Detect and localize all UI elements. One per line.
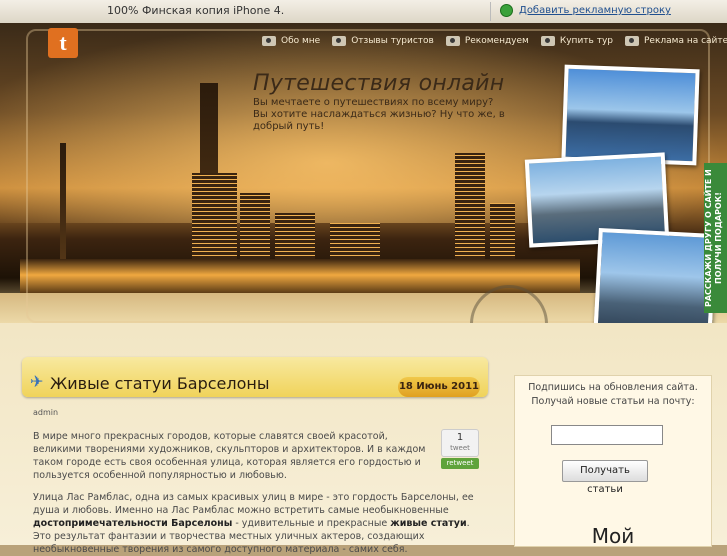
nav-label: Отзывы туристов	[351, 36, 434, 46]
post-author[interactable]: admin	[33, 408, 58, 417]
post-title[interactable]: Живые статуи Барселоны	[50, 374, 270, 393]
subscribe-widget: Подпишись на обновления сайта. Получай н…	[514, 375, 712, 548]
green-dot-icon	[500, 4, 513, 17]
p2-text-a: Улица Лас Рамблас, одна из самых красивы…	[33, 492, 474, 516]
post-paragraph-2: Улица Лас Рамблас, одна из самых красивы…	[33, 491, 479, 556]
nav-item-advertise[interactable]: Реклама на сайте	[624, 36, 727, 46]
subscribe-line-2: Получай новые статьи на почту:	[531, 396, 695, 407]
nav-label: Рекомендуем	[464, 36, 529, 46]
p2-text-c: - удивительные и прекрасные	[235, 518, 388, 529]
nav-label: Обо мне	[281, 36, 321, 46]
nav-label: Купить тур	[559, 36, 613, 46]
airplane-icon: ✈	[30, 372, 44, 391]
top-bar: 100% Финская копия iPhone 4. Добавить ре…	[0, 0, 727, 24]
camera-icon	[540, 36, 555, 46]
nav-item-about[interactable]: Обо мне	[262, 36, 320, 46]
barcelona-sights-link[interactable]: достопримечательности Барселоны	[33, 518, 232, 529]
nav-item-reviews[interactable]: Отзывы туристов	[332, 36, 434, 46]
living-statues-link[interactable]: живые статуи	[390, 518, 466, 529]
camera-icon	[332, 36, 347, 46]
post-date-badge: 18 Июнь 2011	[398, 377, 480, 397]
camera-icon	[624, 36, 639, 46]
main-nav: Обо мне Отзывы туристов Рекомендуем Купи…	[262, 36, 727, 46]
photo-city-3	[593, 227, 717, 323]
camera-icon	[262, 36, 276, 46]
camera-icon	[445, 36, 460, 46]
promo-link[interactable]: 100% Финская копия iPhone 4.	[107, 4, 284, 17]
subscribe-button[interactable]: Получать статьи	[562, 460, 648, 495]
nav-item-buy-tour[interactable]: Купить тур	[540, 36, 613, 46]
subscribe-line-1: Подпишись на обновления сайта.	[528, 382, 698, 393]
nav-item-recommend[interactable]: Рекомендуем	[445, 36, 529, 46]
site-logo-icon[interactable]: t	[48, 28, 78, 58]
tweet-widget: 1 tweet retweet	[441, 429, 479, 469]
tweet-count-label: tweet	[450, 444, 470, 452]
sidebar-heading: Мой	[591, 524, 635, 548]
share-side-tab[interactable]: РАССКАЖИ ДРУГУ О САЙТЕ И ПОЛУЧИ ПОДАРОК!	[704, 163, 727, 313]
add-ad-label: Добавить рекламную строку	[519, 5, 671, 16]
header-banner: t Обо мне Отзывы туристов Рекомендуем Ку…	[0, 23, 727, 323]
tweet-count: 1 tweet	[441, 429, 479, 457]
site-title[interactable]: Путешествия онлайн	[253, 71, 504, 96]
nav-label: Реклама на сайте	[643, 36, 727, 46]
site-subtitle: Вы мечтаете о путешествиях по всему миру…	[253, 97, 505, 132]
tweet-count-value: 1	[456, 432, 464, 443]
add-ad-link[interactable]: Добавить рекламную строку	[500, 4, 671, 17]
post-paragraph-1: В мире много прекрасных городов, которые…	[33, 431, 426, 481]
retweet-button[interactable]: retweet	[441, 458, 479, 469]
photo-city-1	[561, 64, 700, 166]
email-field[interactable]	[551, 425, 663, 445]
topbar-divider	[490, 2, 491, 21]
